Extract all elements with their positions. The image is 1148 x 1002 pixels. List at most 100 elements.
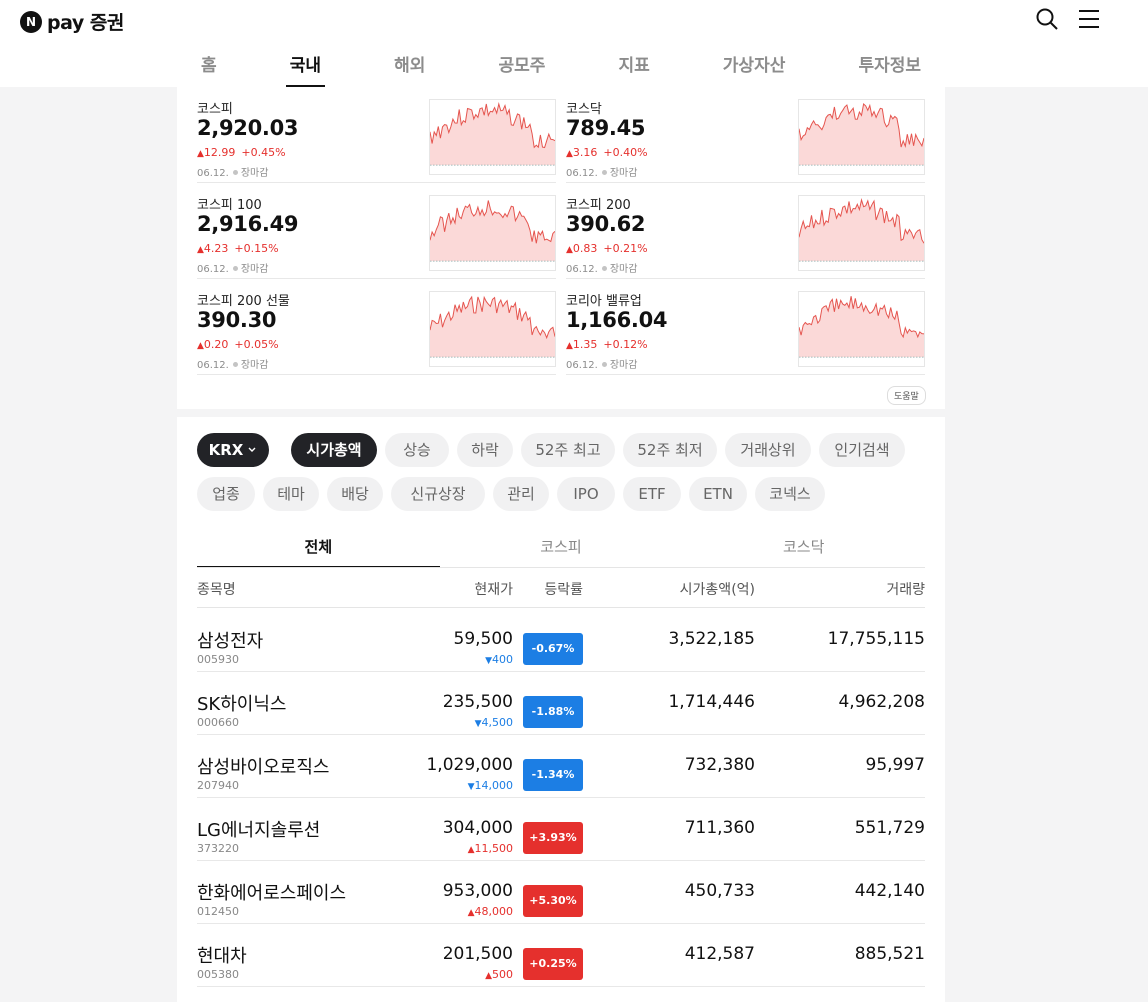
index-name: 코스피 200 선물	[197, 294, 290, 309]
index-change-rate: +0.12%	[603, 338, 648, 351]
stock-diff-value: 48,000	[474, 905, 514, 918]
stock-market-cap: 450,733	[684, 881, 755, 901]
subtab-1[interactable]: 코스피	[440, 534, 683, 568]
subtab-0[interactable]: 전체	[197, 534, 440, 568]
stock-diff-value: 4,500	[481, 716, 514, 729]
table-row[interactable]: 한화에어로스페이스 012450 953,000 ▲48,000 +5.30% 450,7…	[197, 861, 925, 924]
stock-diff-value: 11,500	[474, 842, 514, 855]
stock-market-cap: 732,380	[684, 755, 755, 775]
subtab-2[interactable]: 코스닥	[682, 534, 925, 568]
index-date: 06.12.	[197, 360, 229, 371]
filter-chip[interactable]: IPO	[557, 477, 615, 511]
filter-chip[interactable]: 하락	[457, 433, 513, 467]
stock-name[interactable]: LG에너지솔루션	[197, 816, 320, 842]
filter-chip[interactable]: 52주 최고	[521, 433, 615, 467]
index-change-amount: 0.20	[203, 338, 229, 351]
filter-chip[interactable]: 상승	[385, 433, 449, 467]
index-meta: 06.12. 장마감	[566, 164, 637, 179]
index-sparkline[interactable]	[798, 195, 925, 271]
tab-1[interactable]: 국내	[285, 48, 326, 87]
index-card[interactable]: 코스피 200 390.62 ▲0.83 +0.21% 06.12. 장마감	[566, 183, 925, 279]
filter-chip[interactable]: 신규상장	[391, 477, 485, 511]
index-sparkline[interactable]	[429, 291, 556, 367]
index-card[interactable]: 코스피 2,920.03 ▲12.99 +0.45% 06.12. 장마감	[197, 87, 556, 183]
index-sparkline[interactable]	[429, 99, 556, 175]
index-sparkline[interactable]	[798, 291, 925, 367]
stock-diff: ▲11,500	[468, 842, 513, 855]
market-select-label: KRX	[208, 441, 244, 459]
filter-chip[interactable]: 테마	[263, 477, 319, 511]
tab-3[interactable]: 공모주	[494, 48, 549, 87]
stock-name[interactable]: 삼성바이오로직스	[197, 753, 329, 779]
tab-4[interactable]: 지표	[614, 48, 653, 87]
index-sparkline[interactable]	[798, 99, 925, 175]
index-status: 장마감	[240, 264, 269, 275]
stock-diff: ▲48,000	[468, 905, 513, 918]
down-arrow-icon: ▼	[485, 656, 492, 666]
col-volume: 거래량	[886, 582, 925, 598]
table-row[interactable]: SK하이닉스 000660 235,500 ▼4,500 -1.88% 1,714,446…	[197, 672, 925, 735]
tab-2[interactable]: 해외	[390, 48, 429, 87]
filter-chip[interactable]: 52주 최저	[623, 433, 717, 467]
index-card[interactable]: 코리아 밸류업 1,166.04 ▲1.35 +0.12% 06.12. 장마감	[566, 279, 925, 375]
filter-chip[interactable]: 시가총액	[291, 433, 377, 467]
col-name: 종목명	[197, 582, 236, 598]
stock-name[interactable]: 현대차	[197, 942, 247, 968]
logo[interactable]: N pay 증권	[20, 8, 124, 35]
filter-chip[interactable]: ETN	[689, 477, 747, 511]
index-change: ▲0.83 +0.21%	[566, 242, 648, 255]
stock-diff: ▼4,500	[475, 716, 513, 729]
subtab-divider	[197, 567, 925, 568]
index-card[interactable]: 코스닥 789.45 ▲3.16 +0.40% 06.12. 장마감	[566, 87, 925, 183]
index-change-rate: +0.45%	[241, 146, 286, 159]
stock-code: 005930	[197, 653, 239, 666]
filter-chip[interactable]: 인기검색	[819, 433, 905, 467]
stock-volume: 95,997	[865, 755, 925, 775]
stock-code: 012450	[197, 905, 239, 918]
index-value: 2,920.03	[197, 116, 299, 140]
index-status: 장마감	[240, 360, 269, 371]
index-card[interactable]: 코스피 100 2,916.49 ▲4.23 +0.15% 06.12. 장마감	[197, 183, 556, 279]
help-button[interactable]: 도움말	[887, 386, 926, 405]
stock-rate-badge: -1.34%	[523, 759, 583, 791]
filter-chip[interactable]: 거래상위	[725, 433, 811, 467]
filter-chip[interactable]: 배당	[327, 477, 383, 511]
stock-name[interactable]: 삼성전자	[197, 627, 263, 653]
filter-chip[interactable]: 관리	[493, 477, 549, 511]
index-meta: 06.12. 장마감	[197, 356, 268, 371]
filter-chip[interactable]: ETF	[623, 477, 681, 511]
search-icon[interactable]	[1035, 7, 1059, 31]
index-value: 1,166.04	[566, 308, 668, 332]
stock-code: 207940	[197, 779, 239, 792]
menu-icon[interactable]	[1077, 7, 1101, 31]
market-select[interactable]: KRX	[197, 433, 269, 467]
stock-name[interactable]: 한화에어로스페이스	[197, 879, 346, 905]
stock-name[interactable]: SK하이닉스	[197, 690, 286, 716]
stock-ranking-panel: KRX 전체 코스피 코스닥 종목명 현재가 등락률 시가총액(억) 거래량 시가총…	[177, 417, 945, 1002]
index-change-amount: 3.16	[572, 146, 598, 159]
index-sparkline[interactable]	[429, 195, 556, 271]
col-price: 현재가	[474, 582, 513, 598]
filter-chip[interactable]: 코넥스	[755, 477, 825, 511]
table-row[interactable]: LG에너지솔루션 373220 304,000 ▲11,500 +3.93% 711,36…	[197, 798, 925, 861]
table-row[interactable]: 삼성전자 005930 59,500 ▼400 -0.67% 3,522,185 17,75…	[197, 609, 925, 672]
index-card[interactable]: 코스피 200 선물 390.30 ▲0.20 +0.05% 06.12. 장마감	[197, 279, 556, 375]
stock-diff: ▲500	[485, 968, 513, 981]
table-row[interactable]: 현대차 005380 201,500 ▲500 +0.25% 412,587 885,521	[197, 924, 925, 987]
index-change-rate: +0.05%	[234, 338, 279, 351]
stock-price: 201,500	[442, 944, 513, 964]
stock-rate-badge: -1.88%	[523, 696, 583, 728]
index-date: 06.12.	[566, 264, 598, 275]
table-row[interactable]: 삼성바이오로직스 207940 1,029,000 ▼14,000 -1.34% 732,…	[197, 735, 925, 798]
main-nav: 홈 국내 해외 공모주 지표 가상자산 투자정보	[177, 48, 945, 87]
filter-chip[interactable]: 업종	[197, 477, 255, 511]
tab-6[interactable]: 투자정보	[854, 48, 925, 87]
down-arrow-icon: ▼	[467, 782, 475, 792]
stock-diff-value: 400	[492, 653, 513, 666]
tab-0[interactable]: 홈	[197, 48, 221, 87]
tab-5[interactable]: 가상자산	[719, 48, 790, 87]
index-date: 06.12.	[566, 168, 598, 179]
stock-rate-badge: +0.25%	[523, 948, 583, 980]
index-change-rate: +0.15%	[234, 242, 279, 255]
up-arrow-icon: ▲	[566, 341, 573, 351]
